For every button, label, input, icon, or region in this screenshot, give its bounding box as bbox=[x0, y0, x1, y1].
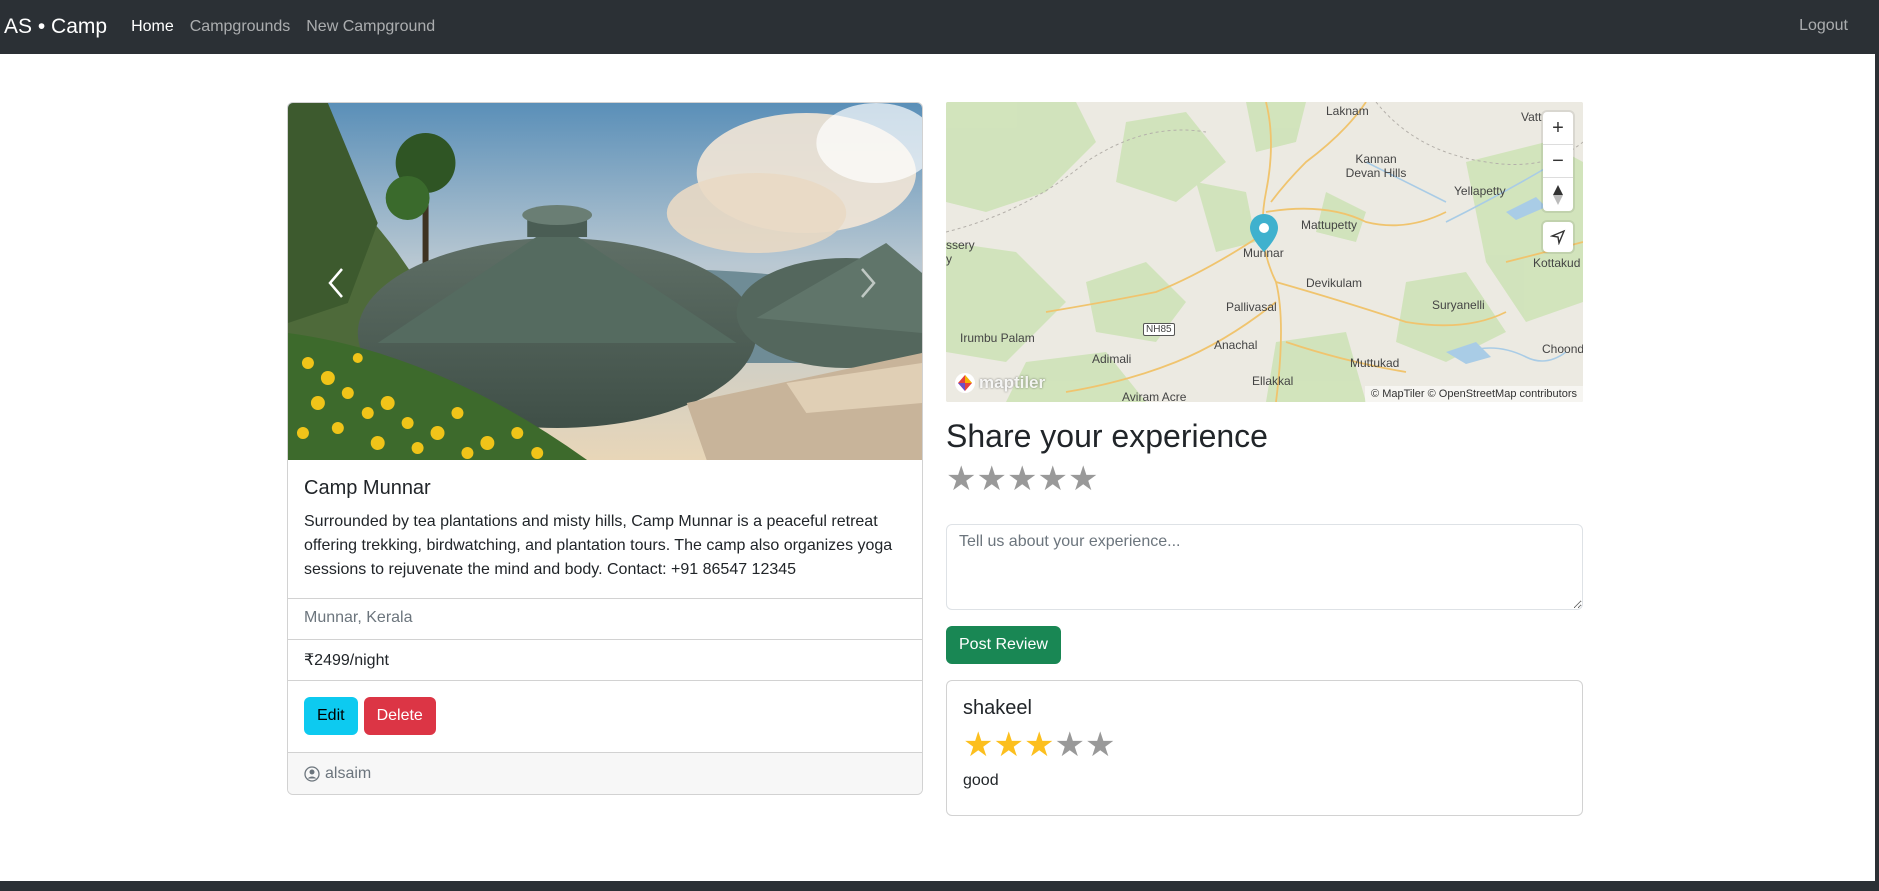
map-zoom-controls: + − bbox=[1543, 112, 1573, 211]
map-label: Choondal bbox=[1542, 342, 1583, 356]
action-buttons: Edit Delete bbox=[288, 681, 922, 753]
map-label: Suryanelli bbox=[1432, 298, 1485, 312]
card-body: Camp Munnar Surrounded by tea plantation… bbox=[288, 460, 922, 599]
star-empty-icon: ★ bbox=[1084, 726, 1116, 764]
brand-logo[interactable]: AS • Camp bbox=[4, 15, 107, 39]
map-label: Yellapetty bbox=[1454, 184, 1506, 198]
card-footer: alsaim bbox=[288, 753, 922, 794]
star-filled-icon: ★ bbox=[993, 726, 1024, 764]
map-attribution[interactable]: © MapTiler © OpenStreetMap contributors bbox=[1365, 386, 1583, 402]
star-filled-icon: ★ bbox=[1023, 726, 1055, 764]
nav-campgrounds[interactable]: Campgrounds bbox=[190, 18, 291, 36]
map-road-shield: NH85 bbox=[1143, 323, 1175, 336]
star-icon[interactable]: ★ bbox=[976, 462, 1006, 496]
map-label: Vatt bbox=[1521, 110, 1542, 124]
chevron-left-icon bbox=[328, 268, 343, 298]
nav-home[interactable]: Home bbox=[131, 18, 174, 36]
delete-button[interactable]: Delete bbox=[363, 697, 436, 735]
zoom-out-button[interactable]: − bbox=[1543, 145, 1573, 178]
nav-logout[interactable]: Logout bbox=[1799, 17, 1848, 35]
maptiler-logo-text: maptiler bbox=[979, 373, 1046, 392]
star-icon[interactable]: ★ bbox=[1037, 462, 1067, 496]
map-label: Pallivasal bbox=[1226, 300, 1277, 314]
map-label: Laknam bbox=[1326, 104, 1369, 118]
maptiler-logo[interactable]: maptiler bbox=[954, 372, 1045, 394]
navigation-arrow-icon bbox=[1550, 229, 1566, 245]
post-review-button[interactable]: Post Review bbox=[946, 626, 1061, 664]
compass-button[interactable] bbox=[1543, 178, 1573, 211]
review-card: shakeel ★ ★ ★ ★ ★ good bbox=[946, 680, 1583, 816]
map-label: Kottakud bbox=[1533, 256, 1581, 270]
review-author: shakeel bbox=[963, 697, 1032, 719]
campground-description: Surrounded by tea plantations and misty … bbox=[304, 513, 893, 578]
map-label: Aviram Acre bbox=[1122, 390, 1187, 402]
map[interactable]: Laknam Vatt Kannan Devan Hills Yellapett… bbox=[946, 102, 1583, 402]
review-textarea[interactable] bbox=[946, 524, 1583, 610]
star-icon[interactable]: ★ bbox=[946, 462, 976, 496]
scrollbar[interactable] bbox=[1875, 54, 1879, 882]
star-icon[interactable]: ★ bbox=[1068, 462, 1098, 496]
review-rating: ★ ★ ★ ★ ★ bbox=[963, 728, 1566, 762]
campground-location: Munnar, Kerala bbox=[288, 599, 922, 640]
compass-icon bbox=[1553, 184, 1563, 205]
star-filled-icon: ★ bbox=[963, 726, 994, 764]
campground-author: alsaim bbox=[325, 764, 372, 782]
nav-new-campground[interactable]: New Campground bbox=[306, 18, 435, 36]
map-label: ssery bbox=[946, 238, 975, 252]
campground-photo bbox=[288, 103, 922, 460]
star-icon[interactable]: ★ bbox=[1007, 462, 1037, 496]
star-empty-icon: ★ bbox=[1054, 726, 1085, 764]
map-label: Mattupetty bbox=[1301, 218, 1358, 232]
map-label: Anachal bbox=[1214, 338, 1258, 352]
review-body: good bbox=[963, 772, 999, 789]
map-label: Ellakkal bbox=[1252, 374, 1294, 388]
maptiler-icon bbox=[955, 373, 975, 393]
campground-card: Camp Munnar Surrounded by tea plantation… bbox=[287, 102, 923, 795]
carousel-prev-button[interactable] bbox=[306, 253, 366, 313]
campground-price: ₹2499/night bbox=[288, 640, 922, 681]
map-label: Muttukad bbox=[1350, 356, 1400, 370]
carousel-next-button[interactable] bbox=[838, 253, 898, 313]
map-label: Kannan Devan Hills bbox=[1345, 152, 1407, 180]
map-label: Devikulam bbox=[1306, 276, 1363, 290]
rating-input[interactable]: ★ ★ ★ ★ ★ bbox=[946, 462, 1098, 496]
footer bbox=[0, 881, 1879, 891]
campground-title: Camp Munnar bbox=[304, 477, 431, 499]
image-carousel bbox=[288, 103, 922, 460]
review-form-heading: Share your experience bbox=[946, 418, 1268, 454]
edit-button[interactable]: Edit bbox=[304, 697, 358, 735]
user-circle-icon bbox=[304, 765, 320, 782]
geolocate-button[interactable] bbox=[1543, 222, 1573, 252]
map-marker-icon[interactable] bbox=[1250, 214, 1278, 252]
navbar: AS • Camp Home Campgrounds New Campgroun… bbox=[0, 0, 1879, 54]
zoom-in-button[interactable]: + bbox=[1543, 112, 1573, 145]
map-label: Irumbu Palam bbox=[960, 331, 1035, 345]
map-label: y bbox=[946, 252, 952, 266]
chevron-right-icon bbox=[861, 268, 876, 298]
map-label: Adimali bbox=[1092, 352, 1132, 366]
